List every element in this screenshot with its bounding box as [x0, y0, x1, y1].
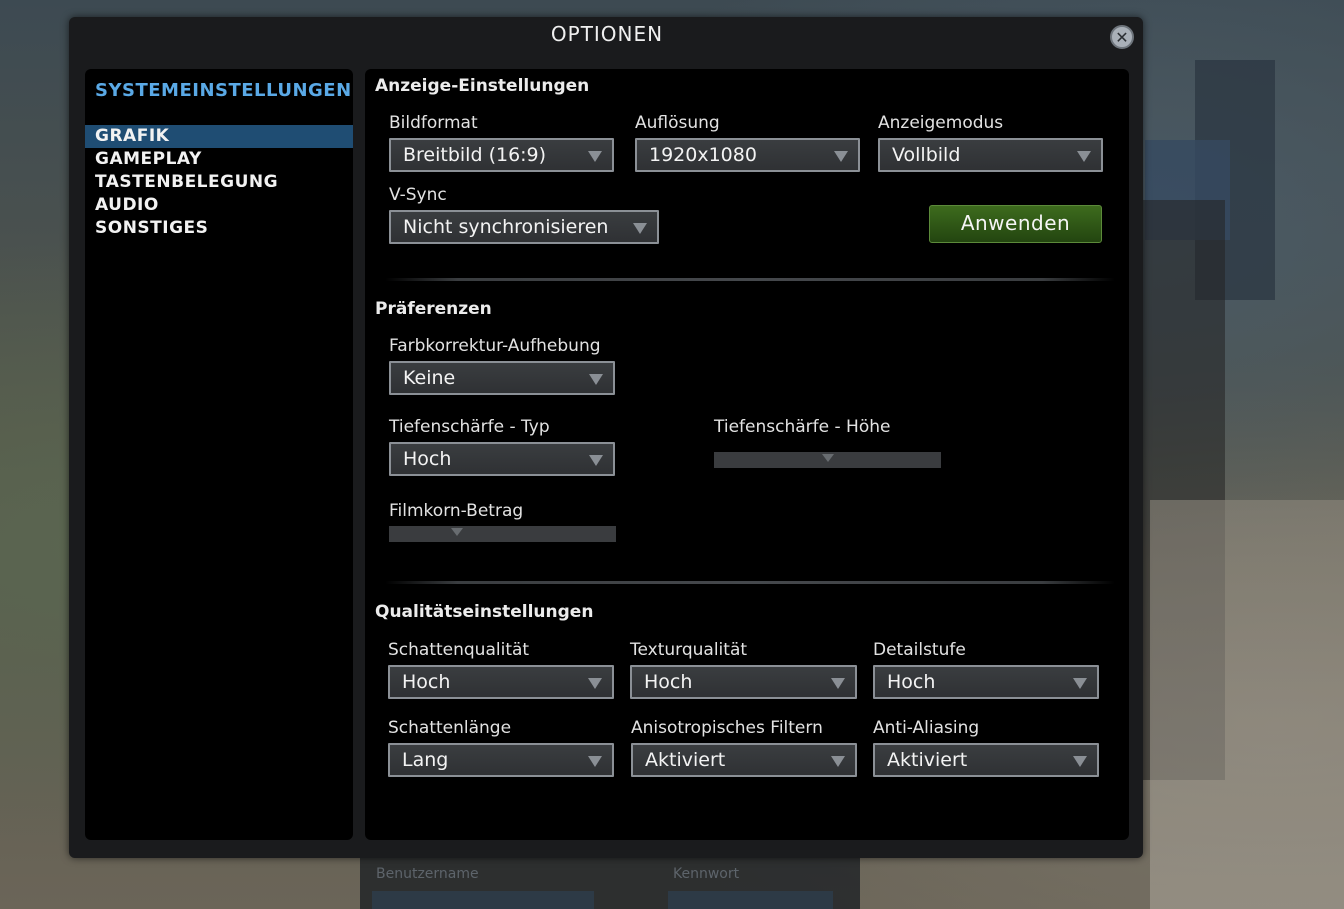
chevron-down-icon	[589, 455, 603, 466]
background-username-field	[372, 891, 594, 909]
resolution-label: Auflösung	[635, 113, 720, 133]
resolution-dropdown[interactable]: 1920x1080	[635, 138, 860, 172]
sidebar-item-gameplay[interactable]: GAMEPLAY	[85, 148, 353, 171]
display-mode-label: Anzeigemodus	[878, 113, 1004, 133]
slider-thumb-icon[interactable]	[821, 454, 834, 462]
dof-type-dropdown[interactable]: Hoch	[389, 442, 615, 476]
vsync-dropdown[interactable]: Nicht synchronisieren	[389, 210, 659, 244]
shadow-length-label: Schattenlänge	[388, 718, 512, 738]
dof-type-label: Tiefenschärfe - Typ	[389, 417, 550, 437]
detail-dropdown[interactable]: Hoch	[873, 665, 1099, 699]
detail-value: Hoch	[887, 671, 936, 693]
shadow-quality-dropdown[interactable]: Hoch	[388, 665, 614, 699]
chevron-down-icon	[588, 756, 602, 767]
sidebar-item-audio[interactable]: AUDIO	[85, 194, 353, 217]
slider-thumb-icon[interactable]	[451, 528, 464, 536]
chevron-down-icon	[1073, 756, 1087, 767]
chevron-down-icon	[1077, 151, 1091, 162]
shadow-quality-value: Hoch	[402, 671, 451, 693]
film-grain-label: Filmkorn-Betrag	[389, 501, 524, 521]
vsync-label: V-Sync	[389, 185, 447, 205]
sidebar-header: SYSTEMEINSTELLUNGEN	[95, 80, 352, 101]
aspect-dropdown[interactable]: Breitbild (16:9)	[389, 138, 614, 172]
aniso-value: Aktiviert	[645, 749, 726, 771]
preferences-section-title: Präferenzen	[375, 299, 492, 319]
background-password-field	[668, 891, 833, 909]
film-grain-slider[interactable]	[389, 526, 616, 542]
detail-label: Detailstufe	[873, 640, 966, 660]
aniso-dropdown[interactable]: Aktiviert	[631, 743, 857, 777]
chevron-down-icon	[1073, 678, 1087, 689]
shadow-length-value: Lang	[402, 749, 449, 771]
chevron-down-icon	[589, 374, 603, 385]
sidebar-item-grafik[interactable]: GRAFIK	[85, 125, 353, 148]
display-section-title: Anzeige-Einstellungen	[375, 76, 590, 96]
chevron-down-icon	[831, 678, 845, 689]
aniso-label: Anisotropisches Filtern	[631, 718, 823, 738]
dof-type-value: Hoch	[403, 448, 452, 470]
texture-quality-label: Texturqualität	[630, 640, 748, 660]
vsync-value: Nicht synchronisieren	[403, 216, 609, 238]
aa-label: Anti-Aliasing	[873, 718, 980, 738]
dof-amount-label: Tiefenschärfe - Höhe	[714, 417, 891, 437]
background-city	[1150, 500, 1344, 909]
background-password-label: Kennwort	[673, 866, 740, 882]
aa-dropdown[interactable]: Aktiviert	[873, 743, 1099, 777]
display-mode-dropdown[interactable]: Vollbild	[878, 138, 1103, 172]
dof-amount-slider[interactable]	[714, 452, 941, 468]
sidebar-item-tastenbelegung[interactable]: TASTENBELEGUNG	[85, 171, 353, 194]
chevron-down-icon	[633, 223, 647, 234]
background-username-label: Benutzername	[376, 866, 479, 882]
chevron-down-icon	[588, 678, 602, 689]
close-icon: ✕	[1115, 27, 1129, 47]
display-mode-value: Vollbild	[892, 144, 961, 166]
color-correction-dropdown[interactable]: Keine	[389, 361, 615, 395]
chevron-down-icon	[834, 151, 848, 162]
aspect-value: Breitbild (16:9)	[403, 144, 547, 166]
shadow-quality-label: Schattenqualität	[388, 640, 530, 660]
section-divider	[385, 581, 1115, 584]
resolution-value: 1920x1080	[649, 144, 757, 166]
dialog-title: OPTIONEN	[550, 22, 664, 46]
apply-button[interactable]: Anwenden	[929, 205, 1102, 243]
aspect-label: Bildformat	[389, 113, 478, 133]
aa-value: Aktiviert	[887, 749, 968, 771]
sidebar-nav: GRAFIK GAMEPLAY TASTENBELEGUNG AUDIO SON…	[85, 125, 353, 240]
color-correction-label: Farbkorrektur-Aufhebung	[389, 336, 601, 356]
color-correction-value: Keine	[403, 367, 456, 389]
chevron-down-icon	[831, 756, 845, 767]
texture-quality-value: Hoch	[644, 671, 693, 693]
texture-quality-dropdown[interactable]: Hoch	[630, 665, 857, 699]
sidebar-item-sonstiges[interactable]: SONSTIGES	[85, 217, 353, 240]
quality-section-title: Qualitätseinstellungen	[375, 602, 594, 622]
shadow-length-dropdown[interactable]: Lang	[388, 743, 614, 777]
section-divider	[385, 278, 1115, 281]
close-button[interactable]: ✕	[1110, 25, 1134, 49]
chevron-down-icon	[588, 151, 602, 162]
